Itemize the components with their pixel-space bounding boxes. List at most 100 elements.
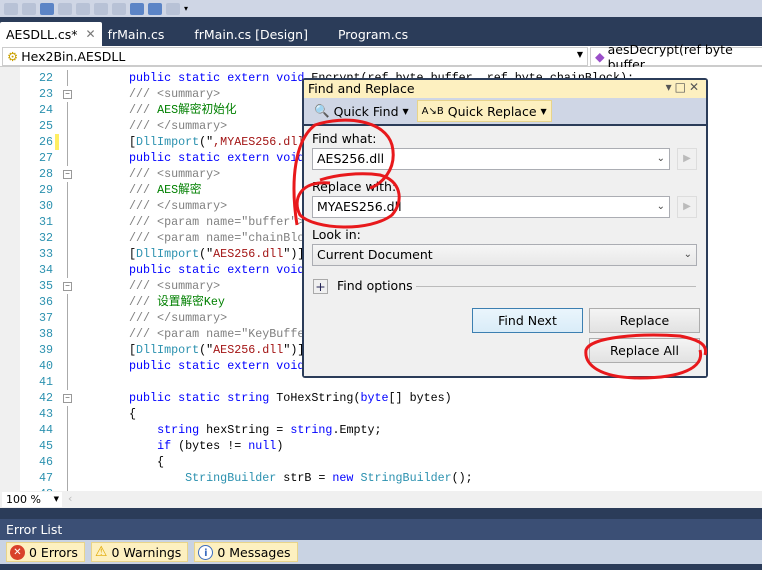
line-number: 23 bbox=[38, 87, 53, 101]
prev-bookmark-icon[interactable] bbox=[58, 2, 72, 15]
code-token: { bbox=[129, 455, 165, 469]
tab-label: AESDLL.cs* bbox=[6, 26, 78, 42]
expand-options-icon[interactable]: + bbox=[313, 279, 328, 294]
tab-frmain[interactable]: frMain.cs bbox=[102, 22, 179, 46]
code-token: AES解密 bbox=[157, 183, 202, 197]
line-number: 45 bbox=[38, 439, 53, 453]
chevron-down-icon[interactable]: ⌄ bbox=[657, 199, 665, 215]
line-number: 35 bbox=[38, 279, 53, 293]
code-token: /// bbox=[129, 183, 158, 197]
look-in-select[interactable]: Current Document ⌄ bbox=[312, 244, 697, 266]
code-token: [ bbox=[129, 135, 137, 149]
chevron-down-icon[interactable]: ⌄ bbox=[657, 151, 665, 167]
line-number: 47 bbox=[38, 471, 53, 485]
collapse-icon[interactable]: − bbox=[63, 282, 72, 291]
options-divider bbox=[416, 286, 696, 287]
tab-aesdll[interactable]: AESDLL.cs* ✕ bbox=[0, 22, 102, 46]
code-token: /// </summary> bbox=[129, 119, 228, 133]
tab-program[interactable]: Program.cs bbox=[322, 22, 422, 46]
close-icon[interactable]: ✕ bbox=[86, 27, 96, 41]
code-token: ,MYAES256.dll bbox=[213, 135, 305, 149]
outline-line bbox=[67, 262, 68, 278]
outline-line bbox=[67, 134, 68, 150]
maximize-icon[interactable]: □ bbox=[675, 80, 689, 94]
class-combo[interactable]: ⚙ Hex2Bin.AESDLL ▼ bbox=[2, 47, 588, 66]
errors-filter-button[interactable]: ✕ 0 Errors bbox=[6, 542, 85, 562]
code-token: /// bbox=[129, 295, 158, 309]
outdent-icon[interactable] bbox=[4, 2, 18, 15]
outline-line bbox=[67, 118, 68, 134]
code-text: if (bytes != null) bbox=[129, 438, 283, 454]
chevron-down-icon: ▼ bbox=[53, 495, 59, 503]
tab-frmain-design[interactable]: frMain.cs [Design] bbox=[178, 22, 322, 46]
method-icon: ◆ bbox=[595, 49, 605, 64]
code-line[interactable]: 45 if (bytes != null) bbox=[0, 438, 762, 454]
prev-doc-bookmark-icon[interactable] bbox=[130, 2, 144, 15]
errors-count: 0 Errors bbox=[29, 544, 78, 560]
find-next-button[interactable]: Find Next bbox=[472, 308, 583, 333]
code-token: [ bbox=[129, 247, 137, 261]
code-line[interactable]: 47 StringBuilder strB = new StringBuilde… bbox=[0, 470, 762, 486]
outline-line bbox=[67, 182, 68, 198]
prev-bookmark-folder-icon[interactable] bbox=[94, 2, 108, 15]
code-line[interactable]: 46 { bbox=[0, 454, 762, 470]
find-what-input[interactable]: AES256.dll ⌄ bbox=[312, 148, 670, 170]
code-text: /// <summary> bbox=[129, 86, 220, 102]
code-token: /// <summary> bbox=[129, 87, 221, 101]
collapse-icon[interactable]: − bbox=[63, 394, 72, 403]
code-token: [] bytes) bbox=[388, 391, 452, 405]
replace-expression-builder-button[interactable]: ▶ bbox=[677, 196, 697, 218]
tab-label: frMain.cs bbox=[107, 26, 165, 42]
messages-filter-button[interactable]: i0 Messages bbox=[194, 542, 298, 562]
bookmark-icon[interactable] bbox=[40, 2, 54, 15]
replace-button[interactable]: Replace bbox=[589, 308, 700, 333]
line-number: 29 bbox=[38, 183, 53, 197]
toolbar-overflow-icon[interactable]: ▾ bbox=[184, 4, 188, 13]
quick-replace-button[interactable]: A↘B Quick Replace ▼ bbox=[416, 100, 552, 122]
collapse-icon[interactable]: − bbox=[63, 170, 72, 179]
outline-line bbox=[67, 246, 68, 262]
zoom-select[interactable]: 100 % ▼ bbox=[2, 492, 62, 507]
collapse-icon[interactable]: − bbox=[63, 90, 72, 99]
warnings-count: 0 Warnings bbox=[111, 544, 182, 560]
replace-all-label: Replace All bbox=[610, 343, 679, 358]
code-token: (" bbox=[199, 343, 214, 357]
replace-with-input[interactable]: MYAES256.dll ⌄ bbox=[312, 196, 670, 218]
close-icon[interactable]: ✕ bbox=[689, 80, 702, 94]
next-bookmark-folder-icon[interactable] bbox=[112, 2, 126, 15]
code-text: /// AES解密初始化 bbox=[129, 102, 237, 118]
code-line[interactable]: 44 string hexString = string.Empty; bbox=[0, 422, 762, 438]
find-expression-builder-button[interactable]: ▶ bbox=[677, 148, 697, 170]
warnings-filter-button[interactable]: ⚠ 0 Warnings bbox=[90, 542, 189, 562]
code-token: public static extern void bbox=[129, 151, 305, 165]
code-line[interactable]: 43 { bbox=[0, 406, 762, 422]
scroll-left-icon[interactable]: ‹ bbox=[68, 492, 72, 505]
next-doc-bookmark-icon[interactable] bbox=[148, 2, 162, 15]
code-text: /// <summary> bbox=[129, 278, 220, 294]
info-icon: i bbox=[198, 544, 214, 560]
member-combo[interactable]: ◆ aesDecrypt(ref byte buffer bbox=[590, 42, 762, 72]
error-list-header: Error List bbox=[0, 519, 762, 540]
code-token: /// <param name="chainBlock bbox=[129, 231, 319, 245]
outline-line bbox=[67, 150, 68, 166]
dropdown-icon[interactable]: ▾ bbox=[666, 80, 675, 94]
outline-line bbox=[67, 406, 68, 422]
code-line[interactable]: 42 − public static string ToHexString(byte… bbox=[0, 390, 762, 406]
outline-line bbox=[67, 214, 68, 230]
replace-all-button[interactable]: Replace All bbox=[589, 338, 700, 363]
next-bookmark-icon[interactable] bbox=[76, 2, 90, 15]
line-number: 42 bbox=[38, 391, 53, 405]
code-text: StringBuilder strB = new StringBuilder()… bbox=[129, 470, 473, 486]
tab-label: frMain.cs [Design] bbox=[194, 26, 308, 42]
clear-bookmarks-icon[interactable] bbox=[166, 2, 180, 15]
find-options-label[interactable]: Find options bbox=[337, 278, 413, 293]
line-number: 31 bbox=[38, 215, 53, 229]
chevron-down-icon: ⌄ bbox=[683, 249, 692, 260]
code-token: (); bbox=[451, 471, 473, 485]
code-token: (bytes != bbox=[171, 439, 249, 453]
line-number: 28 bbox=[38, 167, 53, 181]
indent-icon[interactable] bbox=[22, 2, 36, 15]
quick-find-button[interactable]: 🔍 Quick Find ▼ bbox=[310, 100, 413, 122]
dialog-title-bar[interactable]: Find and Replace ▾□✕ bbox=[304, 80, 706, 98]
